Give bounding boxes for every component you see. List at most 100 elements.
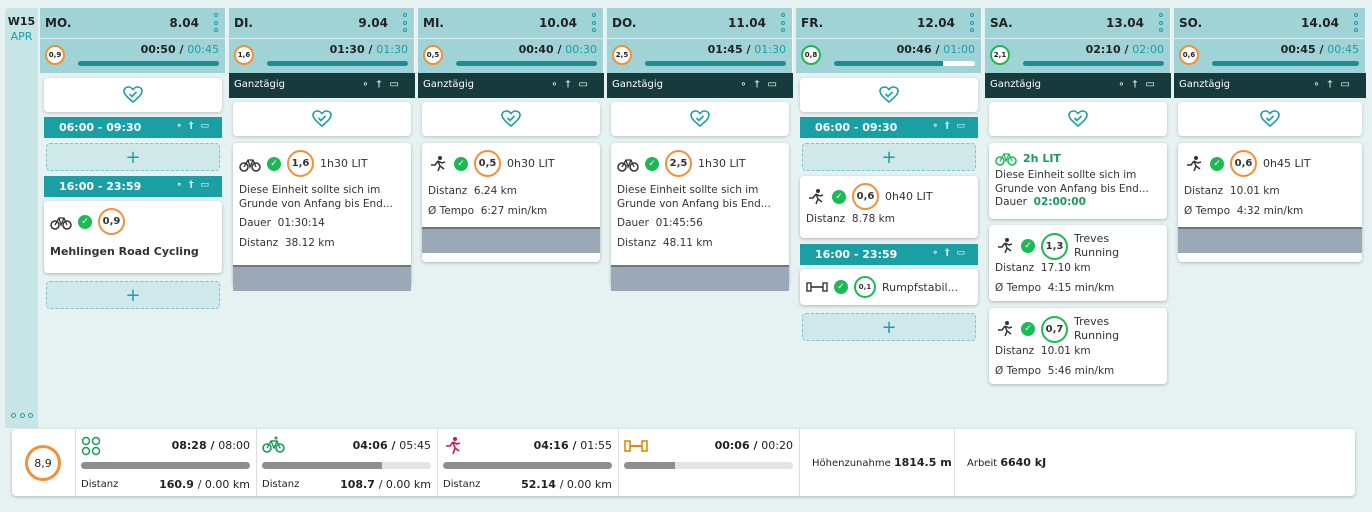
time-slot-morning[interactable]: 06:00 - 09:30 ∘†▭ [44,117,222,138]
check-icon: ✓ [834,280,848,294]
run-icon [431,155,446,171]
session-title: 1h30 LIT [698,157,746,170]
load-badge: 0,7 [1041,315,1068,343]
heart-check-icon [312,110,332,128]
progress-fill [1212,61,1359,66]
check-icon: ✓ [645,156,659,171]
load-badge: 2,5 [665,150,692,177]
bike-icon [239,158,261,172]
summary-bike: 04:06 / 05:45 Distanz 108.7 / 0.00 km [256,429,437,496]
load-badge: 0,9 [45,45,65,65]
load-badge: 2,5 [612,45,632,65]
allday-row[interactable]: Ganztägig ∘†▭ [985,73,1171,98]
heart-button[interactable] [989,102,1167,136]
progress-fill [456,61,597,66]
session-card[interactable]: ✓ 0,6 0h40 LIT Distanz 8.78 km [800,176,978,238]
day-column-fr: FR. 12.04 0,8 00:46 / 01:00 06:00 - 09:30 ∘… [796,8,982,428]
session-chart [1178,227,1362,253]
kebab-menu-icon[interactable] [781,13,785,32]
load-badge: 1,3 [1041,232,1068,260]
session-card[interactable]: ✓ 0,9 Mehlingen Road Cycling [44,201,222,273]
summary-run: 04:16 / 01:55 Distanz 52.14 / 0.00 km [437,429,618,496]
progress-fill [1023,61,1164,66]
load-badge: 0,5 [474,150,501,177]
summary-work: Arbeit 6640 kJ [954,429,1144,496]
day-header: MO. 8.04 [40,8,226,38]
progress-fill [78,61,219,66]
kebab-menu-icon[interactable] [1354,13,1358,32]
heart-button[interactable] [1178,102,1362,136]
progress-fill [645,61,786,66]
session-card[interactable]: ✓ 0,5 0h30 LIT Distanz 6.24 km Ø Tempo 6… [422,143,600,262]
more-options-icon[interactable] [11,413,33,418]
load-badge: 2,1 [990,45,1010,65]
bike-icon [262,436,285,453]
check-icon: ✓ [454,156,468,171]
check-icon: ✓ [267,156,281,171]
progress-fill [443,462,612,469]
allday-row[interactable]: Ganztägig ∘†▭ [418,73,604,98]
kebab-menu-icon[interactable] [1159,13,1163,32]
session-card[interactable]: ✓ 1,6 1h30 LIT Diese Einheit sollte sich… [233,143,411,291]
day-column-so: SO. 14.04 0,6 00:45 / 00:45 Ganztägig ∘†▭ ✓… [1174,8,1366,428]
load-badge: 0,6 [1230,150,1257,177]
summary-gym: 00:06 / 00:20 [618,429,799,496]
heart-button[interactable] [44,78,222,112]
session-title: 2h LIT [1023,151,1061,165]
session-card[interactable]: ✓ 0,7 Treves Running Distanz 10.01 km Ø T… [989,308,1167,384]
session-title: Rumpfstabil... [882,280,959,294]
session-title: 0h40 LIT [885,190,933,203]
check-icon: ✓ [1021,239,1035,253]
session-card[interactable]: ✓ 2,5 1h30 LIT Diese Einheit sollte sich… [611,143,789,291]
day-date: 8.04 [169,16,199,30]
run-icon [446,437,461,455]
load-badge: 0,5 [423,45,443,65]
load-badge: 0,8 [801,45,821,65]
check-icon: ✓ [832,189,846,204]
run-icon [998,238,1013,254]
add-session-button[interactable]: + [802,143,976,171]
allday-row[interactable]: Ganztägig ∘†▭ [607,73,793,98]
kebab-menu-icon[interactable] [214,13,218,32]
time-slot-morning[interactable]: 06:00 - 09:30 ∘†▭ [800,117,978,138]
day-name: MO. [45,16,72,30]
day-time: 00:50 / 00:45 [140,43,219,56]
day-column-di: DI. 9.04 1,6 01:30 / 01:30 Ganztägig ∘†▭ ✓ … [229,8,415,428]
add-session-button[interactable]: + [46,143,220,171]
check-icon: ✓ [1021,322,1035,336]
heart-button[interactable] [233,102,411,136]
all-sports-icon [81,436,101,456]
allday-row[interactable]: Ganztägig ∘†▭ [1174,73,1366,98]
session-desc: Diese Einheit sollte sich im [239,184,381,196]
load-badge: 0,9 [98,208,125,235]
week-summary: 8,9 08:28 / 08:00 Distanz 160.9 / 0.00 k… [12,429,1355,496]
progress-fill [81,462,250,469]
add-session-button[interactable]: + [802,313,976,341]
heart-button[interactable] [422,102,600,136]
sport-icons: ∘†▭ [176,121,216,131]
summary-elevation: Höhenzunahme 1814.5 m [799,429,954,496]
time-slot-evening[interactable]: 16:00 - 23:59 ∘†▭ [44,176,222,197]
gym-icon [806,282,828,292]
session-card[interactable]: ✓ 1,3 Treves Running Distanz 17.10 km Ø T… [989,225,1167,301]
kebab-menu-icon[interactable] [970,13,974,32]
heart-check-icon [1260,110,1280,128]
session-card[interactable]: ✓ 0,6 0h45 LIT Distanz 10.01 km Ø Tempo … [1178,143,1362,262]
heart-button[interactable] [800,78,978,112]
load-badge: 0,6 [852,183,879,210]
session-chart [233,265,411,291]
heart-button[interactable] [611,102,789,136]
time-slot-evening[interactable]: 16:00 - 23:59 ∘†▭ [800,244,978,265]
kebab-menu-icon[interactable] [592,13,596,32]
session-card[interactable]: ✓ 0,1 Rumpfstabil... [800,269,978,305]
add-session-button[interactable]: + [46,281,220,309]
day-column-mi: MI. 10.04 0,5 00:40 / 00:30 Ganztägig ∘†▭ ✓… [418,8,604,428]
check-icon: ✓ [78,214,92,229]
allday-row[interactable]: Ganztägig ∘†▭ [229,73,415,98]
session-title: 0h30 LIT [507,157,555,170]
bike-icon [617,158,639,172]
kebab-menu-icon[interactable] [403,13,407,32]
summary-all: 08:28 / 08:00 Distanz 160.9 / 0.00 km [75,429,256,496]
load-badge: 1,6 [287,150,314,177]
session-card-planned[interactable]: 2h LIT Diese Einheit sollte sich im Grun… [989,143,1167,219]
